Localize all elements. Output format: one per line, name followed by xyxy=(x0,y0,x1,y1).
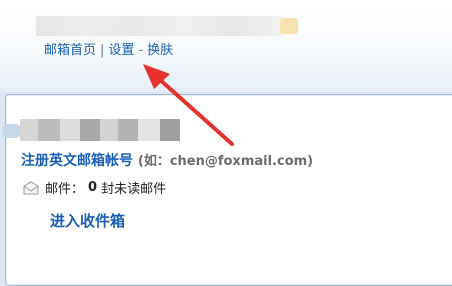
enter-inbox-link[interactable]: 进入收件箱 xyxy=(50,210,125,231)
top-bar: 邮箱首页 | 设置 - 换肤 xyxy=(0,0,452,92)
register-hint: (如：chen@foxmail.com) xyxy=(137,154,314,169)
unread-mail-row: 邮件： 0 封未读邮件 xyxy=(23,178,166,197)
blurred-bubble xyxy=(2,124,22,138)
envelope-icon xyxy=(23,180,39,194)
separator-bar: | xyxy=(100,43,105,58)
settings-link[interactable]: 设置 xyxy=(108,43,134,58)
register-english-account-link[interactable]: 注册英文邮箱帐号 (如：chen@foxmail.com) xyxy=(21,150,313,170)
mail-label: 邮件： xyxy=(45,182,85,197)
blurred-badge xyxy=(280,18,298,34)
unread-suffix: 封未读邮件 xyxy=(101,182,167,197)
blurred-account-name xyxy=(20,119,180,141)
skin-link[interactable]: 换肤 xyxy=(147,43,173,58)
register-label: 注册英文邮箱帐号 xyxy=(21,153,133,169)
separator-dash: - xyxy=(138,43,144,58)
unread-count: 0 xyxy=(88,180,98,195)
mail-home-link[interactable]: 邮箱首页 xyxy=(44,43,96,58)
top-links: 邮箱首页 | 设置 - 换肤 xyxy=(44,43,173,59)
blurred-user-name xyxy=(36,16,284,36)
